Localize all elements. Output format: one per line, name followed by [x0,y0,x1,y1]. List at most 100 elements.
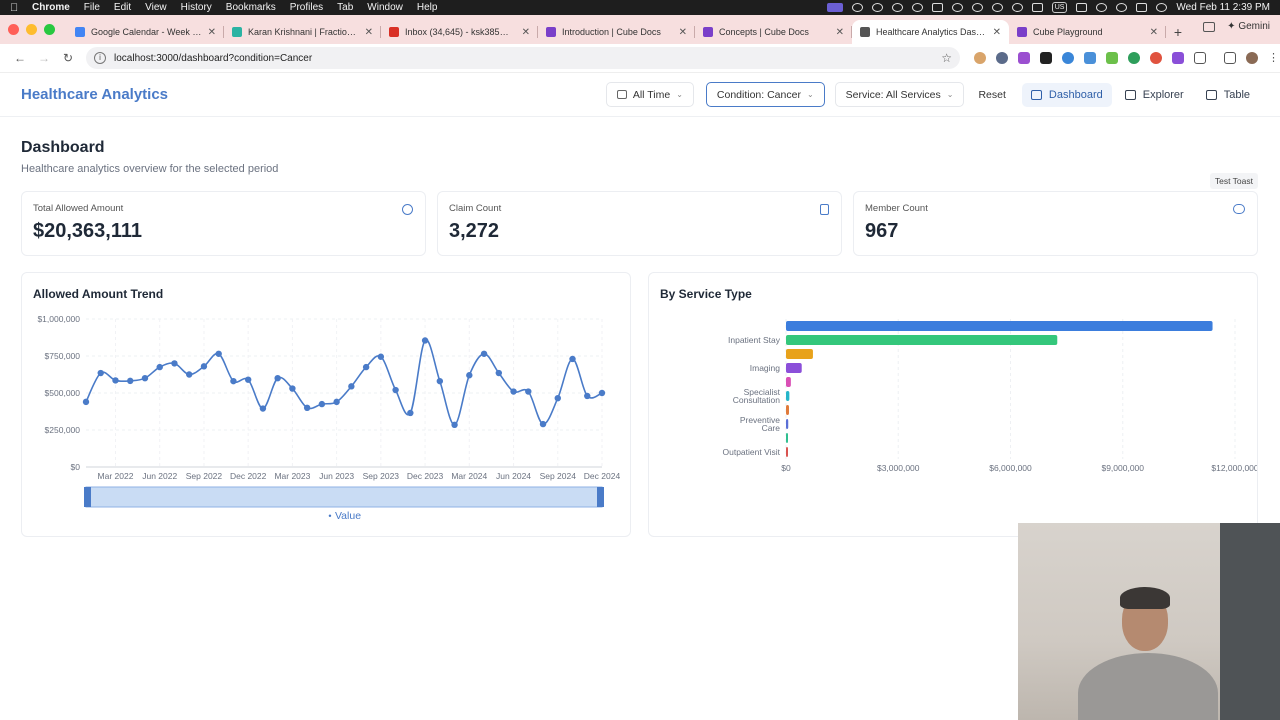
menu-item[interactable]: Tab [337,2,353,13]
y-tick-label: $500,000 [45,388,81,398]
gemini-button[interactable]: ✦ Gemini [1227,21,1270,32]
data-point [259,405,267,412]
tab-title: Healthcare Analytics Dashbo [876,27,989,37]
wifi-icon[interactable] [1096,3,1108,12]
brand-title[interactable]: Healthcare Analytics [21,86,168,103]
menu-item[interactable]: Chrome [32,2,70,13]
close-tab-icon[interactable]: ✕ [993,27,1001,38]
extension-icon[interactable] [1150,52,1162,64]
record-icon[interactable] [951,3,963,12]
tab-search-icon[interactable] [1203,21,1216,32]
zoom-window-icon[interactable] [44,24,55,35]
nav-table[interactable]: Table [1197,83,1259,107]
control-center-icon[interactable] [1136,3,1148,12]
extension-icon[interactable] [1106,52,1118,64]
screen-record-icon[interactable] [826,3,843,12]
close-tab-icon[interactable]: ✕ [679,27,687,38]
tabs: Google Calendar - Week of F ✕ Karan Krishn… [67,20,1166,44]
minimize-window-icon[interactable] [26,24,37,35]
data-point [156,363,163,371]
browser-tab[interactable]: Introduction | Cube Docs ✕ [538,20,695,44]
spotlight-icon[interactable] [1116,3,1128,12]
menu-item[interactable]: Edit [114,2,131,13]
at-icon[interactable] [911,3,923,12]
profile-avatar[interactable] [1246,52,1258,64]
browser-tab[interactable]: Concepts | Cube Docs ✕ [695,20,852,44]
apple-icon[interactable]:  [10,2,20,14]
document-icon [820,204,829,215]
input-source[interactable]: US [1051,2,1068,13]
y-tick-label: $0 [71,462,81,472]
bookmark-star-icon[interactable]: ☆ [941,51,952,65]
y-tick-label: $750,000 [45,351,81,361]
line-chart[interactable]: $0 $250,000 $500,000 $750,000 $1,000,000 Mar … [22,273,630,536]
extension-icon[interactable] [1084,52,1096,64]
cloud-icon[interactable] [991,3,1003,12]
extension-icon[interactable] [1018,52,1030,64]
site-info-icon[interactable]: i [94,52,106,64]
menu-item[interactable]: View [145,2,167,13]
siri-icon[interactable] [1156,3,1168,12]
notion-extension-icon[interactable] [1040,52,1052,64]
grid-icon [1030,89,1042,100]
reload-icon[interactable]: ↻ [56,51,80,65]
sparkle-icon[interactable] [891,3,903,12]
nav-dashboard[interactable]: Dashboard [1021,82,1112,107]
close-tab-icon[interactable]: ✕ [1150,27,1158,38]
browser-menu-icon[interactable]: ⋮ [1268,52,1279,64]
menu-item[interactable]: Profiles [290,2,323,13]
data-point [362,363,370,371]
extensions-puzzle-icon[interactable] [1194,52,1206,64]
menu-item[interactable]: History [181,2,212,13]
time-range-select[interactable]: All Time ⌄ [605,82,694,107]
close-tab-icon[interactable]: ✕ [522,27,530,38]
test-toast-button[interactable]: Test Toast [1209,173,1258,189]
extension-icon[interactable] [1128,52,1140,64]
browser-tab[interactable]: Cube Playground ✕ [1009,20,1166,44]
menu-item[interactable]: File [84,2,100,13]
tab-title: Inbox (34,645) - ksk385@gm [405,27,518,37]
service-select[interactable]: Service: All Services ⌄ [834,82,965,107]
shield-icon[interactable] [851,3,863,12]
monitor-icon [1124,89,1136,100]
extension-icon[interactable] [1062,52,1074,64]
battery-icon[interactable] [1076,3,1088,12]
x-tick-label: Mar 2022 [98,471,134,481]
browser-tab[interactable]: Inbox (34,645) - ksk385@gm ✕ [381,20,538,44]
extension-icon[interactable] [974,52,986,64]
kpi-row: Total Allowed Amount $20,363,111 Claim C… [21,191,1259,256]
reset-button[interactable]: Reset [978,89,1005,101]
nav-explorer[interactable]: Explorer [1116,83,1193,107]
close-tab-icon[interactable]: ✕ [365,27,373,38]
browser-tab[interactable]: Healthcare Analytics Dashbo ✕ [852,20,1009,44]
brightness-icon[interactable] [871,3,883,12]
bar-chart[interactable]: $0 $3,000,000 $6,000,000 $9,000,000 $12,000,… [649,273,1257,536]
forward-icon[interactable]: → [32,51,56,65]
menu-item[interactable]: Window [367,2,403,13]
sync-icon[interactable] [1011,3,1023,12]
browser-tab[interactable]: Karan Krishnani | Fractional C ✕ [224,20,381,44]
notion-icon[interactable] [931,3,943,12]
menu-item[interactable]: Bookmarks [226,2,276,13]
x-tick-label: Jun 2024 [496,471,531,481]
info-icon[interactable] [971,3,983,12]
close-tab-icon[interactable]: ✕ [208,27,216,38]
extension-icon[interactable] [996,52,1008,64]
browser-tab[interactable]: Google Calendar - Week of F ✕ [67,20,224,44]
data-point [289,385,296,392]
data-point [598,389,606,397]
menu-clock[interactable]: Wed Feb 11 2:39 PM [1176,2,1270,13]
side-panel-icon[interactable] [1224,52,1236,64]
url-text[interactable]: localhost:3000/dashboard?condition=Cance… [114,53,312,64]
close-window-icon[interactable] [8,24,19,35]
back-icon[interactable]: ← [8,51,32,65]
new-tab-button[interactable]: + [1166,20,1190,44]
menu-item[interactable]: Help [417,2,438,13]
keyboard-icon[interactable] [1031,3,1043,12]
condition-select[interactable]: Condition: Cancer ⌄ [705,82,825,107]
extension-icon[interactable] [1172,52,1184,64]
data-point [112,377,119,384]
close-tab-icon[interactable]: ✕ [836,27,844,38]
address-bar[interactable]: i localhost:3000/dashboard?condition=Can… [86,47,960,69]
y-tick-label: Imaging [750,363,781,373]
